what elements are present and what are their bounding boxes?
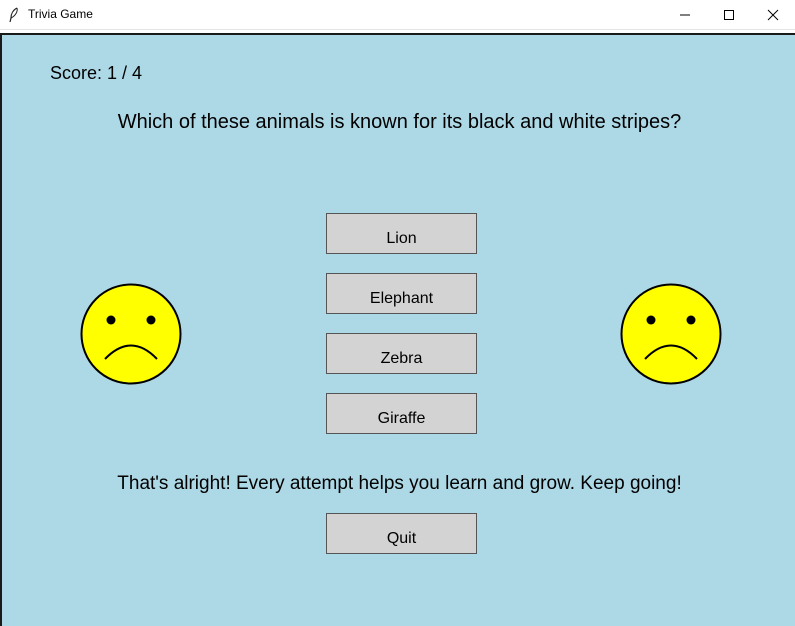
answer-button-elephant[interactable]: Elephant — [326, 273, 477, 314]
window-title: Trivia Game — [28, 7, 93, 21]
close-icon — [767, 9, 779, 21]
quit-button[interactable]: Quit — [326, 513, 477, 554]
sad-face-icon — [80, 283, 182, 385]
maximize-button[interactable] — [706, 0, 752, 30]
minimize-icon — [680, 14, 690, 16]
feather-icon — [9, 7, 18, 23]
game-canvas: Score: 1 / 4 Which of these animals is k… — [0, 33, 795, 626]
minimize-button[interactable] — [662, 0, 708, 30]
answer-button-lion[interactable]: Lion — [326, 213, 477, 254]
maximize-icon — [724, 10, 734, 20]
sad-face-icon — [620, 283, 722, 385]
question-text: Which of these animals is known for its … — [117, 111, 682, 133]
answer-button-zebra[interactable]: Zebra — [326, 333, 477, 374]
feedback-message: That's alright! Every attempt helps you … — [117, 473, 682, 494]
title-bar: Trivia Game — [0, 0, 795, 30]
close-button[interactable] — [750, 0, 795, 30]
answer-button-giraffe[interactable]: Giraffe — [326, 393, 477, 434]
score-label: Score: 1 / 4 — [50, 63, 143, 83]
